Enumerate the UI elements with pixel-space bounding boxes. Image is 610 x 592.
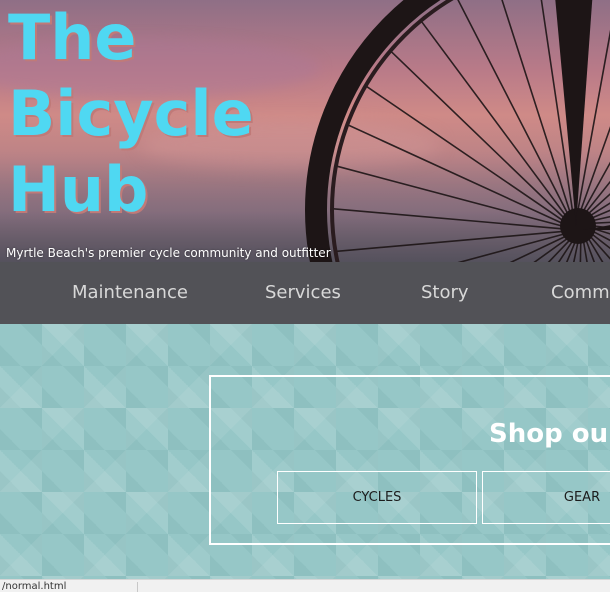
site-title-line: Hub bbox=[8, 153, 149, 226]
shop-gear-button[interactable]: GEAR bbox=[482, 471, 610, 524]
wheel-spoke bbox=[533, 237, 569, 262]
status-divider bbox=[137, 582, 138, 592]
bicycle-wheel-image bbox=[305, 0, 610, 262]
wheel-spoke bbox=[420, 20, 567, 217]
wheel-spoke bbox=[331, 207, 563, 230]
nav-item-story[interactable]: Story bbox=[421, 282, 469, 303]
shop-heading: Shop our bbox=[489, 419, 610, 449]
wheel-spoke bbox=[389, 50, 565, 219]
nav-item-community[interactable]: Community bbox=[551, 282, 610, 303]
wheel-spoke bbox=[547, 239, 571, 262]
shop-section: Shop our CYCLES GEAR bbox=[0, 324, 610, 579]
wheel-spoke bbox=[585, 239, 596, 262]
wheel-spoke bbox=[587, 237, 604, 262]
main-nav: Maintenance Services Story Community bbox=[0, 262, 610, 324]
site-title[interactable]: The Bicycle Hub bbox=[8, 0, 308, 228]
shop-cycles-button[interactable]: CYCLES bbox=[277, 471, 477, 524]
shop-panel: Shop our CYCLES GEAR bbox=[209, 375, 610, 545]
status-url: /normal.html bbox=[2, 581, 67, 592]
site-title-line: The bbox=[8, 1, 137, 74]
hero-banner: The Bicycle Hub Myrtle Beach's premier c… bbox=[0, 0, 610, 262]
nav-item-maintenance[interactable]: Maintenance bbox=[72, 282, 188, 303]
site-tagline: Myrtle Beach's premier cycle community a… bbox=[6, 246, 331, 260]
wheel-spoke bbox=[335, 230, 564, 253]
nav-item-services[interactable]: Services bbox=[265, 282, 341, 303]
browser-status-bar: /normal.html bbox=[0, 579, 610, 592]
site-title-line: Bicycle bbox=[8, 77, 254, 150]
